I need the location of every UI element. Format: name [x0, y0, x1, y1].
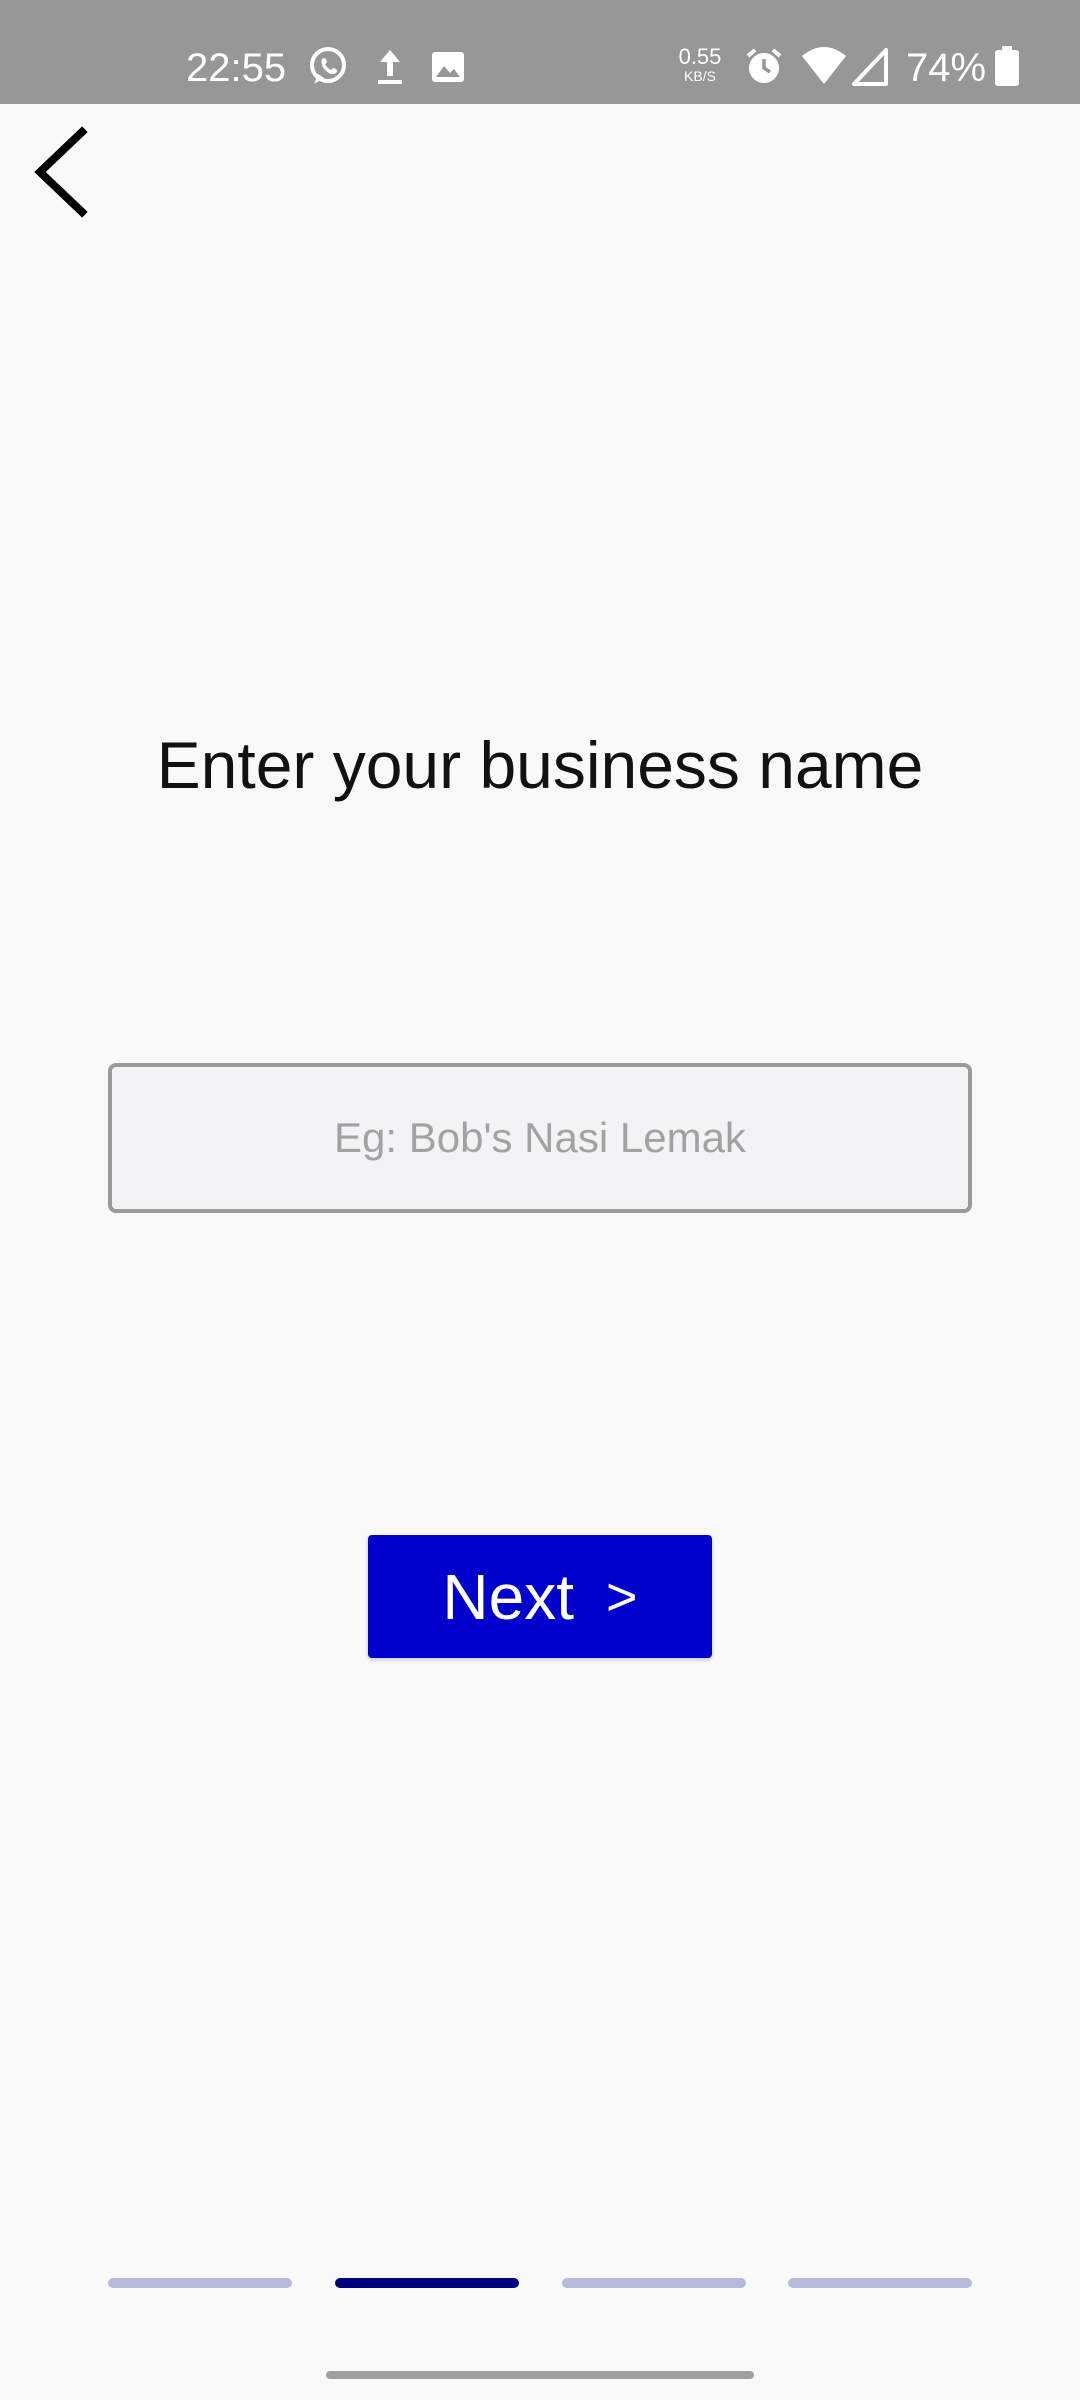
next-arrow: >	[606, 1566, 638, 1627]
network-speed: 0.55 KB/S	[672, 44, 728, 85]
next-button[interactable]: Next >	[368, 1535, 712, 1658]
alarm-icon	[742, 44, 786, 88]
back-button[interactable]	[30, 124, 110, 224]
progress-step-3	[562, 2278, 746, 2288]
wifi-icon	[800, 44, 846, 88]
status-bar: 22:55 0.55 KB/S 74%	[0, 0, 1080, 104]
progress-step-1	[108, 2278, 292, 2288]
business-name-input[interactable]	[108, 1063, 972, 1213]
next-button-label: Next	[442, 1560, 575, 1633]
progress-step-2	[335, 2278, 519, 2288]
gallery-icon	[426, 44, 470, 88]
battery-percent: 74%	[906, 46, 987, 90]
cell-signal-icon	[850, 44, 894, 88]
whatsapp-icon	[306, 44, 350, 88]
status-time: 22:55	[186, 46, 287, 90]
battery-icon	[992, 44, 1036, 88]
progress-step-4	[788, 2278, 972, 2288]
network-speed-unit: KB/S	[684, 68, 716, 84]
home-indicator[interactable]	[326, 2371, 754, 2379]
screen: 22:55 0.55 KB/S 74% Enter your business …	[0, 0, 1080, 2400]
upload-icon	[368, 44, 412, 88]
chevron-left-icon	[30, 125, 90, 223]
network-speed-value: 0.55	[678, 44, 722, 69]
page-title: Enter your business name	[156, 728, 924, 802]
